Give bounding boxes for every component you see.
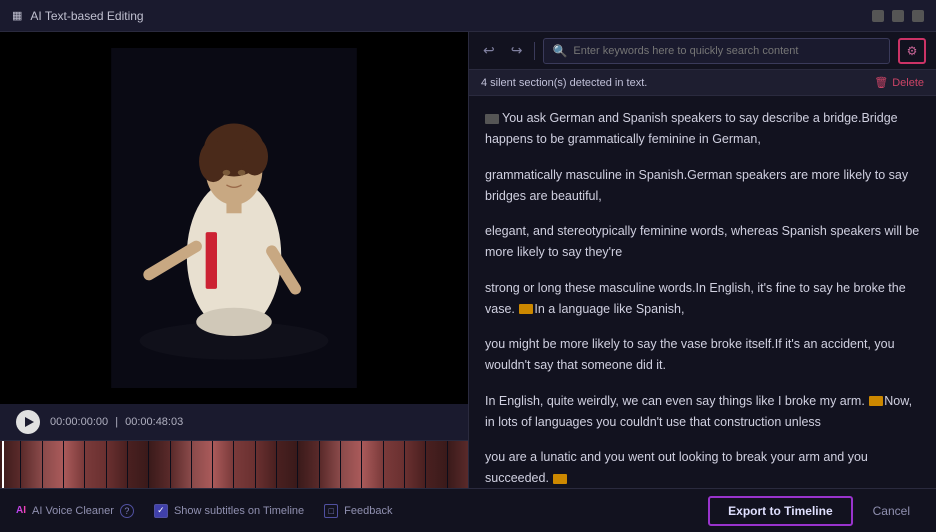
frame-thumbnail (192, 441, 212, 488)
silent-marker (553, 474, 567, 484)
frame-thumbnail (256, 441, 276, 488)
frame-thumbnail (405, 441, 425, 488)
main-container: 00:00:00:00 | 00:00:48:03 ↩ ↪ 🔍 ⚙ (0, 32, 936, 488)
text-paragraph[interactable]: grammatically masculine in Spanish.Germa… (485, 165, 920, 208)
toolbar: ↩ ↪ 🔍 ⚙ (469, 32, 936, 70)
filter-button[interactable]: ⚙ (898, 38, 926, 64)
frame-thumbnail (149, 441, 169, 488)
frame-thumbnail (128, 441, 148, 488)
video-preview (104, 48, 364, 388)
ai-voice-cleaner-item[interactable]: AI AI Voice Cleaner ? (16, 504, 134, 518)
frame-thumbnail (341, 441, 361, 488)
text-paragraph[interactable]: you might be more likely to say the vase… (485, 334, 920, 377)
feedback-icon: □ (324, 504, 338, 518)
frame-thumbnail (320, 441, 340, 488)
frame-thumbnail (384, 441, 404, 488)
app-icon: ▦ (12, 9, 22, 22)
timeline-frames (0, 441, 468, 488)
video-area (0, 32, 468, 404)
title-bar: ▦ AI Text-based Editing (0, 0, 936, 32)
subtitles-checkbox[interactable] (154, 504, 168, 518)
ai-icon: AI (16, 505, 26, 516)
cancel-button[interactable]: Cancel (863, 498, 920, 524)
delete-icon: 🗑 (874, 76, 888, 89)
timeline-strip[interactable] (0, 440, 468, 488)
frame-thumbnail (362, 441, 382, 488)
title-bar-left: ▦ AI Text-based Editing (12, 9, 144, 23)
search-input[interactable] (573, 45, 881, 57)
silent-marker (519, 304, 533, 314)
show-subtitles-item[interactable]: Show subtitles on Timeline (154, 504, 304, 518)
frame-thumbnail (448, 441, 468, 488)
text-paragraph[interactable]: you are a lunatic and you went out looki… (485, 447, 920, 488)
text-paragraph[interactable]: strong or long these masculine words.In … (485, 278, 920, 321)
notification-text: 4 silent section(s) detected in text. (481, 77, 647, 89)
export-button[interactable]: Export to Timeline (708, 496, 852, 526)
app-title: AI Text-based Editing (30, 9, 143, 23)
feedback-label: Feedback (344, 505, 392, 517)
minimize-button[interactable] (872, 10, 884, 22)
undo-button[interactable]: ↩ (479, 40, 499, 61)
feedback-item[interactable]: □ Feedback (324, 504, 392, 518)
timeline-playhead (2, 441, 4, 488)
frame-thumbnail (21, 441, 41, 488)
bottom-left: AI AI Voice Cleaner ? Show subtitles on … (16, 504, 392, 518)
bottom-bar: AI AI Voice Cleaner ? Show subtitles on … (0, 488, 936, 532)
frame-thumbnail (213, 441, 233, 488)
frame-thumbnail (43, 441, 63, 488)
frame-thumbnail (426, 441, 446, 488)
redo-button[interactable]: ↪ (507, 40, 527, 61)
text-paragraph[interactable]: You ask German and Spanish speakers to s… (485, 108, 920, 151)
filter-icon: ⚙ (907, 44, 918, 58)
right-panel: ↩ ↪ 🔍 ⚙ 4 silent section(s) detected in … (468, 32, 936, 488)
frame-thumbnail (64, 441, 84, 488)
paragraph-icon (485, 114, 499, 124)
video-controls: 00:00:00:00 | 00:00:48:03 (0, 404, 468, 440)
search-box: 🔍 (543, 38, 890, 64)
maximize-button[interactable] (892, 10, 904, 22)
help-icon[interactable]: ? (120, 504, 134, 518)
silent-marker (869, 396, 883, 406)
frame-thumbnail (234, 441, 254, 488)
current-time: 00:00:00:00 (50, 416, 108, 428)
text-content[interactable]: You ask German and Spanish speakers to s… (469, 96, 936, 488)
frame-thumbnail (277, 441, 297, 488)
ai-voice-cleaner-label: AI Voice Cleaner (32, 505, 114, 517)
notification-bar: 4 silent section(s) detected in text. 🗑 … (469, 70, 936, 96)
frame-thumbnail (107, 441, 127, 488)
delete-button[interactable]: 🗑 Delete (874, 76, 924, 89)
close-button[interactable] (912, 10, 924, 22)
frame-thumbnail (171, 441, 191, 488)
show-subtitles-label: Show subtitles on Timeline (174, 505, 304, 517)
total-time: 00:00:48:03 (125, 416, 183, 428)
frame-thumbnail (298, 441, 318, 488)
toolbar-divider (534, 42, 535, 60)
left-panel: 00:00:00:00 | 00:00:48:03 (0, 32, 468, 488)
play-button[interactable] (16, 410, 40, 434)
bottom-right: Export to Timeline Cancel (708, 496, 920, 526)
text-paragraph[interactable]: In English, quite weirdly, we can even s… (485, 391, 920, 434)
time-display: 00:00:00:00 | 00:00:48:03 (50, 416, 183, 428)
time-separator: | (115, 416, 118, 428)
title-bar-controls (872, 10, 924, 22)
delete-label: Delete (892, 77, 924, 89)
text-paragraph[interactable]: elegant, and stereotypically feminine wo… (485, 221, 920, 264)
frame-thumbnail (85, 441, 105, 488)
search-icon: 🔍 (552, 44, 567, 58)
